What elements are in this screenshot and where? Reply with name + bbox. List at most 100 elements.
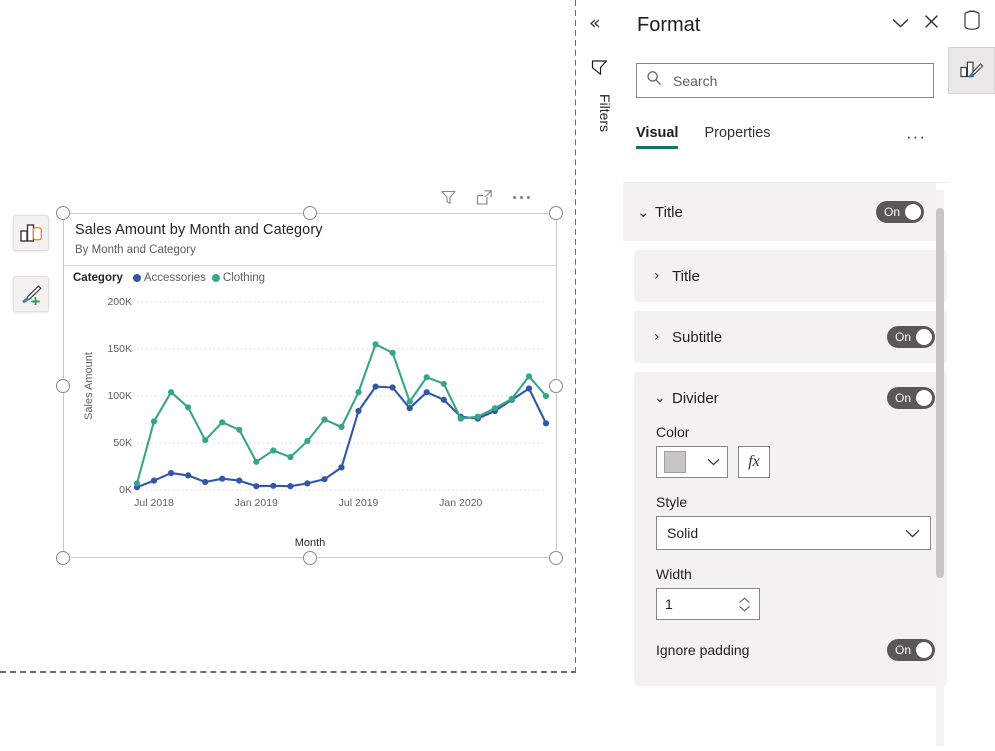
tab-properties[interactable]: Properties [704, 125, 770, 149]
format-pane-title: Format [637, 14, 701, 36]
format-card-subtitle[interactable]: › Subtitle On [634, 311, 947, 363]
format-group-title[interactable]: ⌄ Title On [623, 183, 936, 241]
format-card-header[interactable]: ⌄ Divider On [634, 372, 947, 424]
chevron-down-icon: ⌄ [637, 203, 650, 221]
visual-subtitle: By Month and Category [75, 244, 196, 256]
chevron-right-icon: › [654, 268, 660, 284]
chevron-down-icon[interactable] [891, 16, 910, 33]
legend-color-dot [211, 274, 220, 282]
resize-handle-top-right[interactable] [549, 206, 563, 220]
divider-toggle[interactable]: On [887, 387, 935, 409]
more-options-icon[interactable] [512, 194, 531, 201]
color-picker-button[interactable] [656, 446, 728, 478]
chart-plot-area[interactable]: Sales Amount 0K 50K 100K 150K 200K Jul 2018 J… [64, 292, 556, 557]
chevron-down-icon[interactable] [738, 605, 751, 612]
divider-width-row[interactable]: 1 [656, 588, 947, 620]
chart-svg [133, 301, 550, 491]
ignore-padding-row[interactable]: Ignore padding On [634, 630, 947, 670]
toggle-label: On [895, 643, 912, 657]
chevron-right-icon: › [654, 329, 660, 345]
bar-chart-data-icon[interactable] [13, 215, 49, 251]
resize-handle-top-center[interactable] [303, 206, 317, 220]
divider-width-spinner[interactable]: 1 [656, 588, 760, 620]
tabs-more-options-icon[interactable]: ··· [906, 128, 926, 145]
toggle-knob [905, 204, 921, 220]
filters-pane-collapsed[interactable]: « Filters [576, 0, 624, 751]
divider-width-label: Width [656, 566, 692, 582]
legend-item-label: Clothing [222, 272, 266, 284]
format-card-header[interactable]: › Subtitle On [634, 311, 947, 363]
page-boundary-horizontal [0, 671, 576, 673]
chevron-down-icon: ⌄ [654, 390, 666, 406]
filter-funnel-icon-glyph [591, 60, 608, 75]
focus-mode-icon[interactable] [476, 189, 493, 206]
format-card-label: Title [672, 267, 700, 285]
resize-handle-top-left[interactable] [56, 206, 70, 220]
format-card-header[interactable]: › Title [634, 250, 947, 302]
resize-handle-middle-left[interactable] [56, 379, 70, 393]
scrollbar-thumb[interactable] [936, 208, 944, 578]
collapse-filters-icon[interactable]: « [589, 14, 601, 33]
legend-color-dot [132, 274, 141, 282]
subtitle-toggle[interactable]: On [887, 326, 935, 348]
search-box[interactable] [636, 63, 934, 98]
toggle-label: On [884, 205, 901, 219]
legend-item-label: Accessories [143, 272, 206, 284]
chevron-down-icon-glyph [892, 18, 909, 28]
chevron-down-icon [905, 529, 920, 538]
paintbrush-plus-icon-glyph [21, 284, 42, 305]
focus-mode-icon-glyph [476, 189, 492, 205]
conditional-formatting-fx-button[interactable]: fx [738, 446, 770, 478]
close-icon-glyph [925, 15, 938, 28]
chevron-down-icon [707, 458, 720, 466]
report-canvas[interactable]: Sales Amount by Month and Category By Mo… [0, 0, 576, 751]
chart-legend[interactable]: Category Accessories Clothing [73, 272, 265, 284]
right-icon-rail[interactable] [948, 0, 995, 751]
data-pane-icon[interactable] [955, 4, 989, 38]
toggle-knob [916, 390, 932, 406]
title-group-toggle[interactable]: On [876, 201, 924, 223]
format-pane-scrollbar[interactable] [936, 190, 944, 746]
resize-handle-bottom-right[interactable] [549, 551, 563, 565]
format-pane-tabs[interactable]: Visual Properties [636, 125, 934, 159]
resize-handle-bottom-left[interactable] [56, 551, 70, 565]
format-pane-body[interactable]: ⌄ Title On › Title › Subtitle On ⌄ Divid… [623, 183, 948, 751]
toggle-label: On [895, 330, 912, 344]
search-icon [646, 70, 662, 91]
visual-header-toolbar[interactable] [440, 185, 555, 209]
divider-style-row[interactable]: Solid [656, 516, 947, 550]
toggle-knob [916, 642, 932, 658]
divider-style-label: Style [656, 494, 688, 510]
toggle-knob [916, 329, 932, 345]
close-icon[interactable] [924, 14, 939, 33]
chevron-up-icon[interactable] [738, 596, 751, 604]
bar-chart-data-icon-glyph [20, 224, 42, 242]
legend-item-clothing[interactable]: Clothing [211, 272, 266, 284]
divider-style-select[interactable]: Solid [656, 516, 931, 550]
divider-color-row[interactable]: fx [656, 446, 947, 478]
search-input[interactable] [671, 71, 924, 90]
divider-style-value: Solid [667, 525, 699, 541]
visual-title-divider [64, 265, 556, 266]
color-swatch [664, 451, 686, 473]
format-pane[interactable]: Format Visual Properties ··· [623, 0, 949, 751]
spinner-arrows[interactable] [738, 596, 751, 612]
resize-handle-bottom-center[interactable] [303, 551, 317, 565]
tab-visual[interactable]: Visual [636, 125, 679, 149]
filters-pane-label: Filters [597, 93, 613, 133]
paintbrush-plus-icon[interactable] [13, 276, 49, 312]
ignore-padding-toggle[interactable]: On [887, 639, 935, 661]
format-pane-icon[interactable] [948, 47, 995, 94]
line-chart-visual[interactable]: Sales Amount by Month and Category By Mo… [63, 213, 557, 558]
data-pane-icon-glyph [964, 10, 980, 30]
ignore-padding-label: Ignore padding [656, 642, 750, 658]
filter-icon[interactable] [440, 189, 457, 206]
legend-title: Category [73, 272, 123, 284]
format-pane-header: Format Visual Properties ··· [623, 0, 948, 180]
toggle-label: On [895, 391, 912, 405]
resize-handle-middle-right[interactable] [549, 379, 563, 393]
legend-item-accessories[interactable]: Accessories [132, 272, 206, 284]
format-card-title[interactable]: › Title [634, 250, 947, 302]
divider-width-value: 1 [665, 596, 673, 612]
format-card-divider[interactable]: ⌄ Divider On Color fx Style Solid Width … [634, 372, 947, 686]
